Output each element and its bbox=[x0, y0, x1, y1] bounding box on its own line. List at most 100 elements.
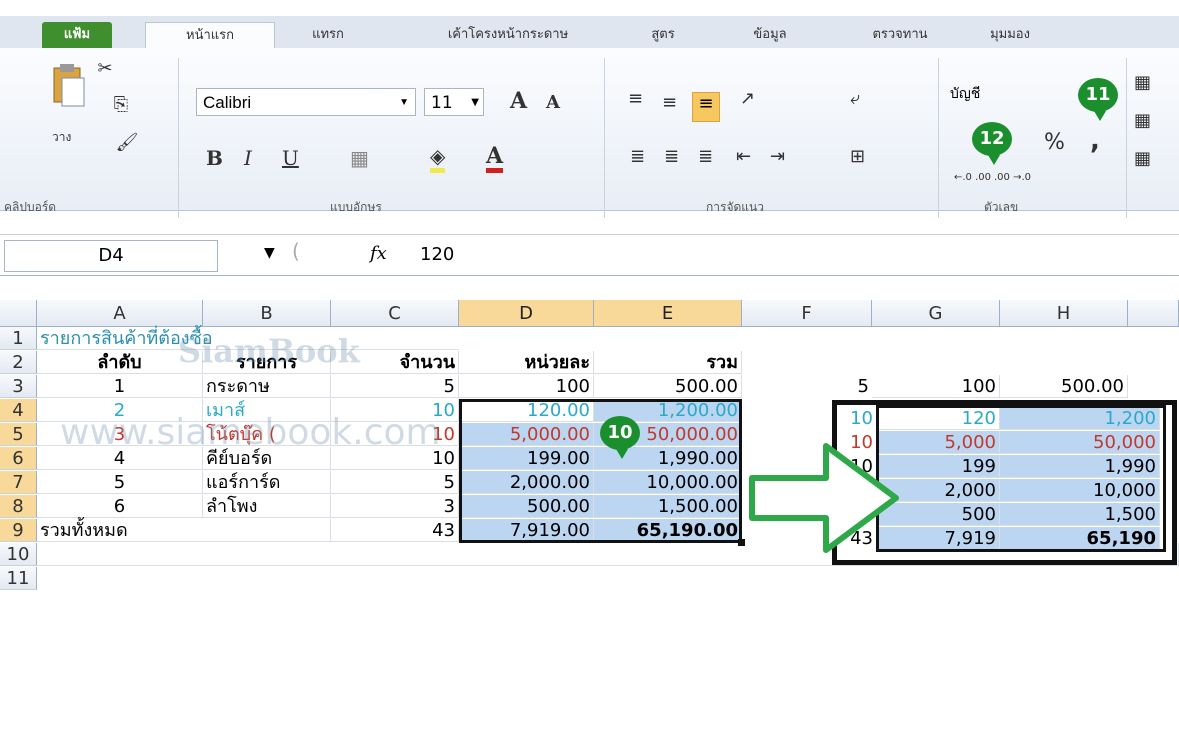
row-header[interactable]: 11 bbox=[0, 567, 37, 590]
format-table-icon[interactable]: ▦ bbox=[1134, 110, 1151, 131]
orientation-icon[interactable]: ↗ bbox=[740, 88, 755, 109]
row-header[interactable]: 4 bbox=[0, 399, 37, 422]
tab-formulas[interactable]: สูตร bbox=[638, 22, 688, 48]
table-cell[interactable]: 3 bbox=[331, 495, 459, 518]
table-cell[interactable]: 100 bbox=[459, 375, 594, 398]
table-cell[interactable]: กระดาษ bbox=[203, 375, 331, 398]
align-right-icon[interactable]: ≣ bbox=[698, 146, 713, 167]
copy-icon[interactable]: ⎘ bbox=[108, 94, 134, 115]
paste-label[interactable]: วาง bbox=[52, 128, 71, 147]
column-header-e[interactable]: E bbox=[594, 300, 742, 327]
wrap-text-icon[interactable]: ⤶ bbox=[850, 88, 860, 109]
formula-input[interactable]: 120 bbox=[420, 240, 1170, 270]
table-cell[interactable]: 500.00 bbox=[594, 375, 742, 398]
tab-insert[interactable]: แทรก bbox=[293, 22, 363, 48]
spreadsheet-grid: A B C D E F G H 1 2 3 4 5 6 7 8 9 10 11 … bbox=[0, 300, 1179, 755]
format-painter-icon[interactable]: 🖌 bbox=[114, 132, 140, 153]
column-header-i[interactable] bbox=[1128, 300, 1179, 327]
column-header-c[interactable]: C bbox=[331, 300, 459, 327]
total-sum-cell[interactable]: 65,190.00 bbox=[594, 519, 742, 542]
column-header-b[interactable]: B bbox=[203, 300, 331, 327]
column-header-f[interactable]: F bbox=[742, 300, 872, 327]
formula-bar-handle-icon[interactable]: ( bbox=[292, 239, 300, 263]
table-cell[interactable]: 5,000.00 bbox=[459, 423, 594, 446]
column-header-a[interactable]: A bbox=[37, 300, 203, 327]
paste-icon[interactable] bbox=[50, 64, 86, 108]
borders-icon[interactable]: ▦ bbox=[350, 146, 369, 170]
table-cell[interactable]: 6 bbox=[37, 495, 203, 518]
font-name-select[interactable]: Calibri ▼ bbox=[196, 88, 416, 116]
font-size-select[interactable]: 11 ▼ bbox=[424, 88, 484, 116]
right-cell: 5 bbox=[857, 376, 869, 397]
fill-color-icon[interactable]: ◈ bbox=[430, 144, 446, 173]
cell-styles-icon[interactable]: ▦ bbox=[1134, 148, 1151, 169]
table-cell[interactable]: 5 bbox=[37, 471, 203, 494]
table-cell[interactable]: 199.00 bbox=[459, 447, 594, 470]
row-header[interactable]: 9 bbox=[0, 519, 37, 542]
total-qty-cell[interactable]: 43 bbox=[331, 519, 459, 542]
row-header[interactable]: 8 bbox=[0, 495, 37, 518]
comma-style-button[interactable]: , bbox=[1090, 126, 1100, 156]
table-cell[interactable]: 5 bbox=[331, 471, 459, 494]
row-header[interactable]: 10 bbox=[0, 543, 37, 566]
increase-decimal-button[interactable]: ←.0 .00 bbox=[954, 172, 991, 183]
header-cell[interactable]: รวม bbox=[594, 351, 742, 374]
column-header-d[interactable]: D bbox=[459, 300, 594, 327]
row-header[interactable]: 5 bbox=[0, 423, 37, 446]
align-top-icon[interactable]: ≡ bbox=[628, 88, 643, 109]
table-cell[interactable]: แอร์การ์ด bbox=[203, 471, 331, 494]
underline-button[interactable]: U bbox=[282, 146, 299, 170]
decrease-indent-icon[interactable]: ⇤ bbox=[736, 146, 751, 167]
row-header[interactable]: 2 bbox=[0, 351, 37, 374]
table-cell[interactable]: 1 bbox=[37, 375, 203, 398]
align-bottom-icon[interactable]: ≡ bbox=[692, 92, 720, 122]
percent-button[interactable]: % bbox=[1044, 130, 1065, 155]
namebox-dropdown-icon[interactable]: ▼ bbox=[264, 245, 275, 261]
shrink-font-button[interactable]: A bbox=[546, 92, 560, 113]
table-cell[interactable]: ลำโพง bbox=[203, 495, 331, 518]
active-cell-d4[interactable]: 120.00 bbox=[459, 399, 594, 422]
row-header[interactable]: 1 bbox=[0, 327, 37, 350]
column-header-h[interactable]: H bbox=[1000, 300, 1128, 327]
total-label-cell[interactable]: รวมทั้งหมด bbox=[37, 519, 331, 542]
fx-icon[interactable]: fx bbox=[370, 243, 387, 264]
tab-review[interactable]: ตรวจทาน bbox=[855, 22, 945, 48]
cut-icon[interactable]: ✂ bbox=[94, 58, 116, 79]
name-box[interactable]: D4 bbox=[4, 240, 218, 272]
total-unit-cell[interactable]: 7,919.00 bbox=[459, 519, 594, 542]
decrease-decimal-button[interactable]: .00 →.0 bbox=[994, 172, 1031, 183]
row-header[interactable]: 6 bbox=[0, 447, 37, 470]
tab-data[interactable]: ข้อมูล bbox=[740, 22, 800, 48]
row-header[interactable]: 3 bbox=[0, 375, 37, 398]
font-size-value: 11 bbox=[431, 93, 453, 113]
table-cell[interactable]: 2,000.00 bbox=[459, 471, 594, 494]
row-header[interactable]: 7 bbox=[0, 471, 37, 494]
tab-view[interactable]: มุมมอง bbox=[975, 22, 1045, 48]
font-color-icon[interactable]: A bbox=[486, 144, 504, 173]
fill-handle[interactable] bbox=[738, 539, 745, 546]
tab-page-layout[interactable]: เค้าโครงหน้ากระดาษ bbox=[398, 22, 618, 48]
header-cell[interactable]: หน่วยละ bbox=[459, 351, 594, 374]
ribbon-tab-bar: แฟ้ม หน้าแรก แทรก เค้าโครงหน้ากระดาษ สูต… bbox=[0, 16, 1179, 49]
increase-indent-icon[interactable]: ⇥ bbox=[770, 146, 785, 167]
table-cell[interactable]: 1,500.00 bbox=[594, 495, 742, 518]
grow-font-button[interactable]: A bbox=[510, 88, 527, 114]
column-header-g[interactable]: G bbox=[872, 300, 1000, 327]
callout-badge-12: 12 bbox=[972, 122, 1012, 165]
bold-button[interactable]: B bbox=[206, 146, 223, 170]
table-cell[interactable]: 10,000.00 bbox=[594, 471, 742, 494]
table-cell[interactable]: 500.00 bbox=[459, 495, 594, 518]
clipboard-group-label: คลิปบอร์ด bbox=[4, 200, 57, 214]
merge-center-icon[interactable]: ⊞ bbox=[850, 146, 865, 167]
italic-button[interactable]: I bbox=[244, 146, 252, 170]
conditional-format-icon[interactable]: ▦ bbox=[1134, 72, 1151, 93]
align-left-icon[interactable]: ≣ bbox=[630, 146, 645, 167]
tab-file[interactable]: แฟ้ม bbox=[42, 22, 112, 48]
chevron-down-icon[interactable]: ▼ bbox=[399, 89, 409, 117]
align-middle-icon[interactable]: ≡ bbox=[662, 92, 677, 113]
tab-home[interactable]: หน้าแรก bbox=[145, 22, 275, 49]
table-cell[interactable]: 5 bbox=[331, 375, 459, 398]
chevron-down-icon[interactable]: ▼ bbox=[471, 89, 479, 117]
align-center-icon[interactable]: ≣ bbox=[664, 146, 679, 167]
select-all-corner[interactable] bbox=[0, 300, 37, 327]
